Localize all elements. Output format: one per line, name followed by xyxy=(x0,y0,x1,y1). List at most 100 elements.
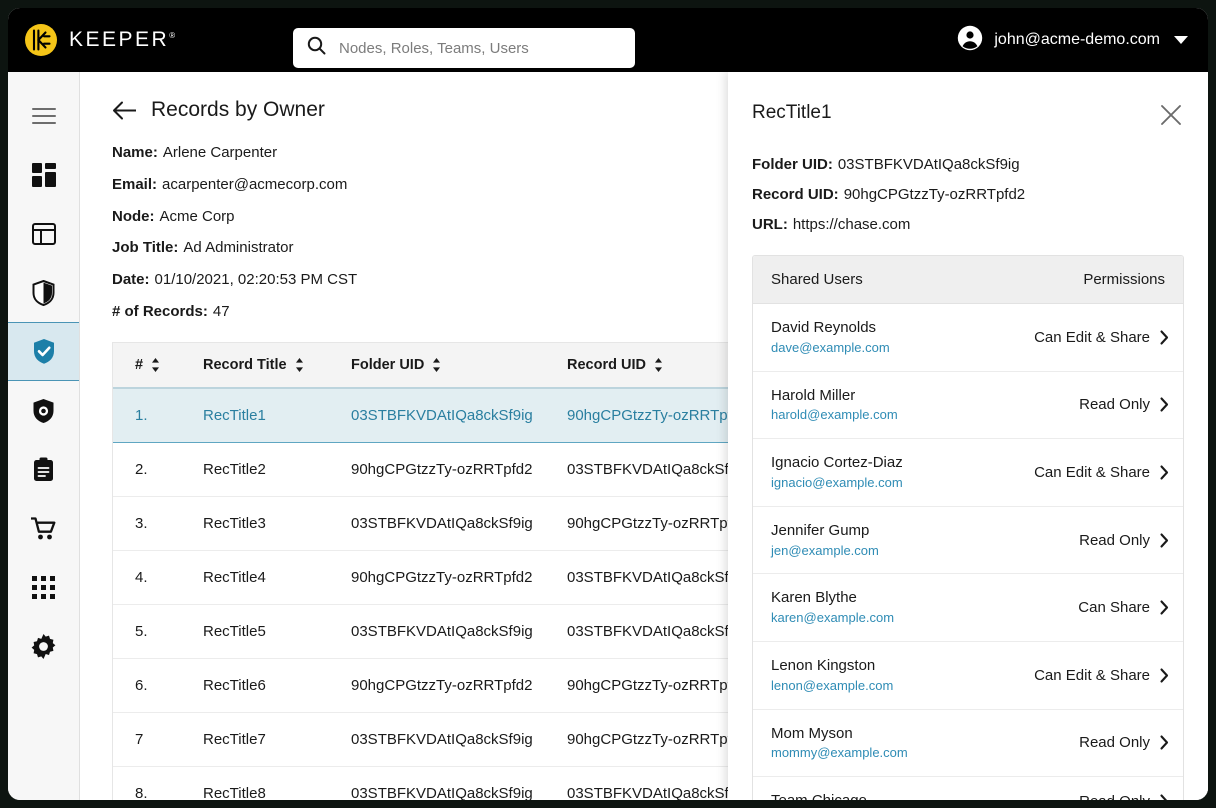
sidebar-item-advanced-reporting[interactable] xyxy=(8,381,79,440)
shared-user-name: Lenon Kingston xyxy=(771,656,876,674)
shared-user-permission-group[interactable]: Can Edit & Share xyxy=(1034,329,1169,346)
column-header-number[interactable]: # xyxy=(113,342,203,389)
sidebar-item-menu-toggle[interactable] xyxy=(8,86,79,145)
shared-user-permission-group[interactable]: Read Only xyxy=(1079,793,1169,800)
permission-label: Read Only xyxy=(1079,531,1150,549)
permission-label: Can Edit & Share xyxy=(1034,328,1150,346)
cell-number: 7 xyxy=(113,712,203,767)
top-bar: KEEPER® john@acme-demo.com xyxy=(8,8,1208,72)
chevron-right-icon[interactable] xyxy=(1160,397,1169,412)
shared-user-email[interactable]: harold@example.com xyxy=(771,406,898,425)
shield-icon xyxy=(32,279,55,306)
shared-user-row[interactable]: Ignacio Cortez-Diaz ignacio@example.com … xyxy=(753,439,1183,507)
shared-user-permission-group[interactable]: Read Only xyxy=(1079,396,1169,413)
shared-user-permission-group[interactable]: Can Share xyxy=(1078,599,1169,616)
cell-folder-uid: 03STBFKVDAtIQa8ckSf9ig xyxy=(351,496,567,551)
shared-user-row[interactable]: Mom Myson mommy@example.com Read Only xyxy=(753,710,1183,778)
shared-user-row[interactable]: Karen Blythe karen@example.com Can Share xyxy=(753,574,1183,642)
permissions-header-label: Permissions xyxy=(1083,271,1165,288)
shared-user-identity: Harold Miller harold@example.com xyxy=(771,385,898,426)
arrow-left-icon[interactable] xyxy=(112,101,137,120)
chevron-right-icon[interactable] xyxy=(1160,600,1169,615)
sort-updown-icon[interactable] xyxy=(151,357,160,372)
close-icon[interactable] xyxy=(1158,102,1184,128)
shared-user-permission-group[interactable]: Can Edit & Share xyxy=(1034,464,1169,481)
sort-updown-icon[interactable] xyxy=(295,357,304,372)
shared-user-row[interactable]: David Reynolds dave@example.com Can Edit… xyxy=(753,304,1183,372)
panel-field-value: 90hgCPGtzzTy-ozRRTpfd2 xyxy=(843,186,1026,203)
shared-user-identity: Mom Myson mommy@example.com xyxy=(771,723,908,764)
shared-users-table: Shared Users Permissions David Reynolds … xyxy=(752,255,1184,800)
sidebar xyxy=(8,72,80,800)
shared-user-email[interactable]: jen@example.com xyxy=(771,542,879,561)
shared-user-row[interactable]: Jennifer Gump jen@example.com Read Only xyxy=(753,507,1183,575)
cell-title: RecTitle8 xyxy=(203,766,351,800)
cell-title: RecTitle7 xyxy=(203,712,351,767)
sidebar-item-dashboard[interactable] xyxy=(8,145,79,204)
search-bar[interactable] xyxy=(293,28,635,68)
permission-label: Can Edit & Share xyxy=(1034,666,1150,684)
sidebar-item-store[interactable] xyxy=(8,499,79,558)
sort-updown-icon[interactable] xyxy=(654,357,663,372)
column-label: Record Title xyxy=(203,356,287,373)
shared-user-identity: Karen Blythe karen@example.com xyxy=(771,587,894,628)
shared-user-permission-group[interactable]: Read Only xyxy=(1079,532,1169,549)
sidebar-item-apps[interactable] xyxy=(8,558,79,617)
detail-label: Email: xyxy=(112,175,158,193)
shared-user-name: David Reynolds xyxy=(771,319,877,336)
chevron-right-icon[interactable] xyxy=(1160,465,1169,480)
brand-logo[interactable]: KEEPER® xyxy=(24,23,175,57)
shared-user-row[interactable]: Lenon Kingston lenon@example.com Can Edi… xyxy=(753,642,1183,710)
column-header-folder-uid[interactable]: Folder UID xyxy=(351,342,567,389)
permission-label: Read Only xyxy=(1079,734,1150,752)
shared-user-name: Mom Myson xyxy=(771,724,853,742)
chevron-down-icon[interactable] xyxy=(1174,36,1188,44)
panel-field-label: URL: xyxy=(752,216,788,233)
page-title: Records by Owner xyxy=(151,98,325,121)
detail-label: Date: xyxy=(112,271,150,288)
shared-user-email[interactable]: mommy@example.com xyxy=(771,744,908,763)
column-header-record-title[interactable]: Record Title xyxy=(203,342,351,389)
column-label: # xyxy=(135,356,144,373)
shared-user-row[interactable]: Team Chicago Read Only xyxy=(753,777,1183,800)
shared-user-email[interactable]: ignacio@example.com xyxy=(771,474,903,493)
cell-number: 5. xyxy=(113,604,203,659)
sidebar-item-layout[interactable] xyxy=(8,204,79,263)
chevron-right-icon[interactable] xyxy=(1160,668,1169,683)
chevron-right-icon[interactable] xyxy=(1160,735,1169,750)
clipboard-icon xyxy=(33,457,54,482)
sidebar-item-settings[interactable] xyxy=(8,617,79,676)
shared-user-row[interactable]: Harold Miller harold@example.com Read On… xyxy=(753,372,1183,440)
cell-title: RecTitle5 xyxy=(203,604,351,659)
chevron-right-icon[interactable] xyxy=(1160,793,1169,800)
shared-user-name: Karen Blythe xyxy=(771,589,857,607)
permission-label: Read Only xyxy=(1079,793,1150,800)
sidebar-item-compliance[interactable] xyxy=(8,322,79,381)
panel-field-label: Record UID: xyxy=(752,186,839,203)
shared-user-email[interactable]: karen@example.com xyxy=(771,609,894,628)
chevron-right-icon[interactable] xyxy=(1160,533,1169,548)
shield-check-icon xyxy=(32,338,56,365)
search-input[interactable] xyxy=(339,39,621,57)
shared-user-permission-group[interactable]: Can Edit & Share xyxy=(1034,667,1169,684)
shared-user-name: Team Chicago xyxy=(771,790,867,800)
column-label: Folder UID xyxy=(351,356,425,373)
detail-label: Node: xyxy=(112,207,155,225)
shared-user-email[interactable]: dave@example.com xyxy=(771,339,890,358)
shared-user-permission-group[interactable]: Read Only xyxy=(1079,734,1169,751)
detail-value: 47 xyxy=(212,302,230,320)
panel-title: RecTitle1 xyxy=(752,102,832,123)
cell-title: RecTitle2 xyxy=(203,442,351,497)
gear-icon xyxy=(31,634,56,659)
panel-field-value: https://chase.com xyxy=(792,216,911,233)
sidebar-item-security[interactable] xyxy=(8,263,79,322)
chevron-right-icon[interactable] xyxy=(1160,330,1169,345)
account-menu[interactable]: john@acme-demo.com xyxy=(957,8,1188,72)
shared-user-identity: Lenon Kingston lenon@example.com xyxy=(771,655,893,696)
sidebar-item-reports[interactable] xyxy=(8,440,79,499)
shared-user-email[interactable]: lenon@example.com xyxy=(771,677,893,696)
detail-value: Ad Administrator xyxy=(183,239,294,257)
layout-panel-icon xyxy=(31,222,56,245)
sort-updown-icon[interactable] xyxy=(432,357,441,372)
permission-label: Can Share xyxy=(1078,599,1150,617)
